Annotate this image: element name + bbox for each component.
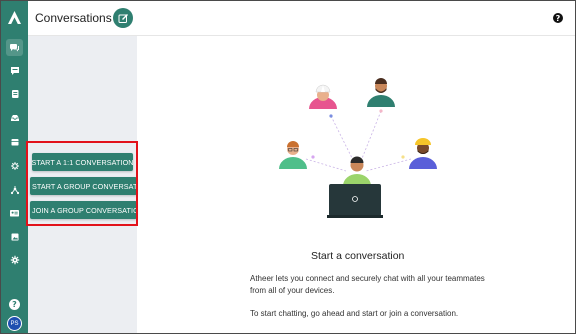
- sidebar-item-chats[interactable]: [6, 39, 23, 56]
- teammate-avatar-1: [309, 84, 337, 109]
- rail-help-icon[interactable]: ?: [9, 299, 20, 310]
- sidebar-item-settings-alt[interactable]: [6, 157, 23, 174]
- logo-icon: [8, 11, 21, 24]
- highlight-annotation: [26, 141, 138, 226]
- team-illustration: [279, 78, 437, 218]
- teammate-avatar-2: [367, 78, 395, 107]
- gear-small-icon: [10, 161, 19, 170]
- sidebar-item-messages[interactable]: [6, 62, 23, 79]
- new-conversation-button[interactable]: [113, 8, 133, 28]
- sidebar-item-id-card[interactable]: [6, 204, 23, 221]
- teammate-avatar-center: [327, 156, 383, 218]
- image-icon: [11, 233, 18, 240]
- app-window: ? PS Conversations ? START A 1:1 CONVERS…: [0, 0, 576, 334]
- sidebar-item-settings[interactable]: [6, 251, 23, 268]
- empty-state-instruction: To start chatting, go ahead and start or…: [250, 309, 459, 318]
- avatar[interactable]: PS: [7, 316, 22, 331]
- page-title: Conversations: [35, 11, 112, 25]
- id-card-icon: [10, 209, 19, 216]
- top-bar: Conversations ?: [28, 1, 575, 36]
- message-square-icon: [10, 66, 19, 75]
- sidebar-item-inbox[interactable]: [6, 109, 23, 126]
- teammate-avatar-3: [279, 141, 307, 169]
- compose-icon: [118, 13, 128, 23]
- help-icon[interactable]: ?: [553, 13, 563, 23]
- sidebar-item-calendar[interactable]: [6, 133, 23, 150]
- document-icon: [11, 89, 18, 98]
- chat-bubbles-icon: [10, 43, 19, 51]
- atheer-logo[interactable]: [1, 1, 28, 35]
- empty-state-description: Atheer lets you connect and securely cha…: [250, 274, 485, 295]
- inbox-icon: [10, 114, 19, 121]
- sidebar-item-network[interactable]: [6, 181, 23, 198]
- sidebar-item-gallery[interactable]: [6, 228, 23, 245]
- icon-rail: ? PS: [1, 1, 28, 333]
- empty-state-title: Start a conversation: [311, 250, 405, 262]
- gear-icon: [10, 255, 19, 264]
- network-icon: [10, 185, 19, 194]
- calendar-icon: [11, 138, 18, 145]
- teammate-avatar-4: [409, 138, 437, 169]
- sidebar-item-documents[interactable]: [6, 85, 23, 102]
